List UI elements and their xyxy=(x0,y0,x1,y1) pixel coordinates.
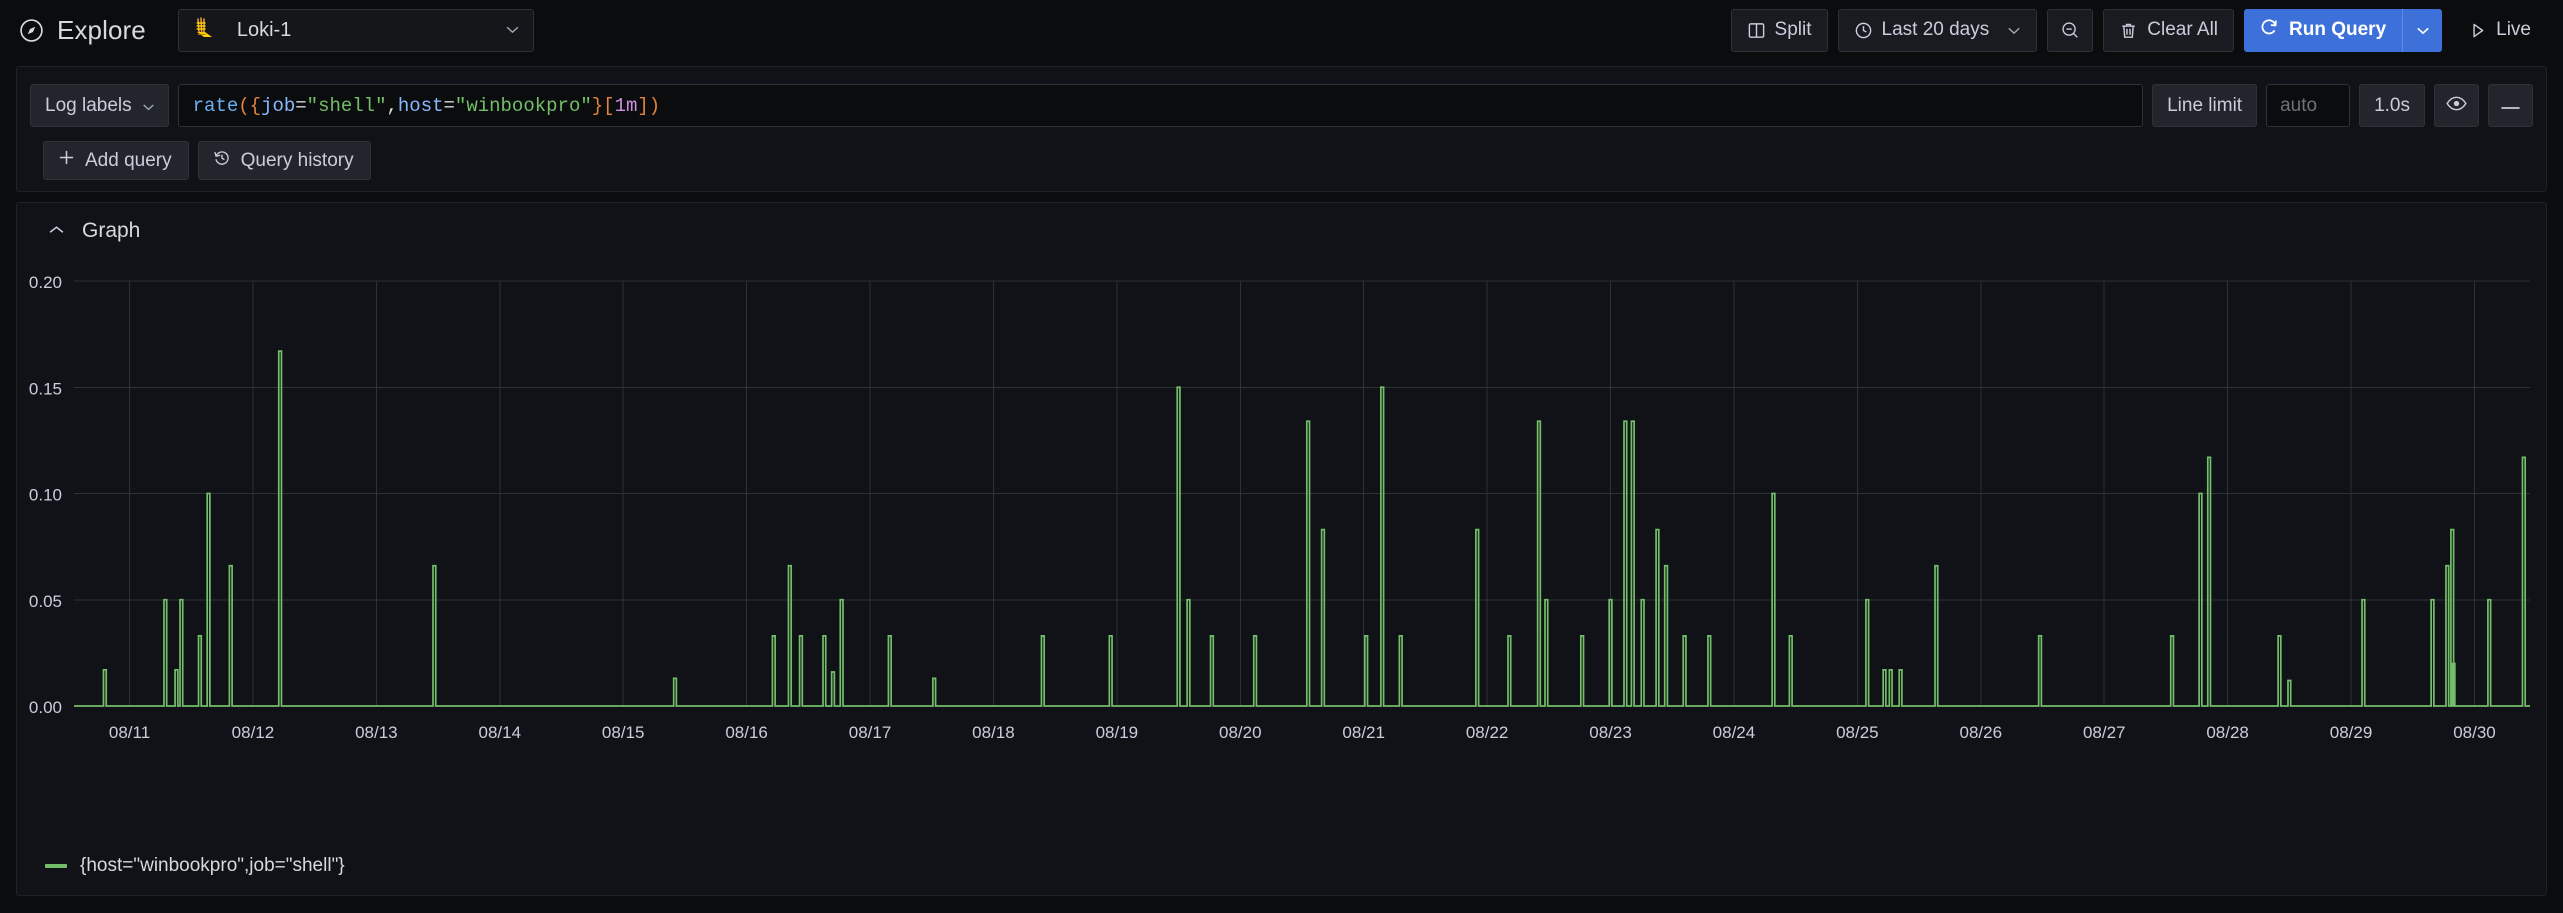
line-limit-label-text: Line limit xyxy=(2167,95,2242,117)
svg-text:08/18: 08/18 xyxy=(972,723,1015,742)
svg-text:08/28: 08/28 xyxy=(2206,723,2249,742)
svg-text:08/27: 08/27 xyxy=(2083,723,2126,742)
datasource-name: Loki-1 xyxy=(237,19,505,42)
step-interval-value: 1.0s xyxy=(2374,95,2410,117)
chevron-down-icon xyxy=(142,95,155,117)
zoom-out-button[interactable] xyxy=(2047,9,2093,52)
datasource-picker[interactable]: Loki-1 xyxy=(178,9,534,52)
svg-text:08/25: 08/25 xyxy=(1836,723,1879,742)
graph-panel-title: Graph xyxy=(82,219,140,243)
svg-text:08/17: 08/17 xyxy=(849,723,892,742)
svg-text:08/16: 08/16 xyxy=(725,723,768,742)
svg-text:0.00: 0.00 xyxy=(29,698,62,717)
svg-text:08/30: 08/30 xyxy=(2453,723,2496,742)
time-range-label: Last 20 days xyxy=(1882,19,1990,41)
svg-text:08/24: 08/24 xyxy=(1713,723,1756,742)
plus-icon xyxy=(58,149,75,172)
query-action-buttons: Add query Query history xyxy=(43,141,371,180)
explore-brand: Explore xyxy=(19,15,146,46)
svg-text:08/19: 08/19 xyxy=(1096,723,1139,742)
graph-legend: {host="winbookpro",job="shell"} xyxy=(17,855,345,877)
toggle-visibility-button[interactable] xyxy=(2434,84,2479,127)
run-query-label: Run Query xyxy=(2289,19,2386,41)
live-button-label: Live xyxy=(2496,19,2531,41)
history-icon xyxy=(213,149,231,173)
svg-text:08/20: 08/20 xyxy=(1219,723,1262,742)
query-editor-container: Log labels rate({job="shell",host="winbo… xyxy=(16,66,2547,192)
trash-icon xyxy=(2119,21,2138,40)
play-icon xyxy=(2468,21,2487,40)
chevron-up-icon xyxy=(48,222,65,240)
line-limit-label: Line limit xyxy=(2152,84,2257,127)
svg-text:0.10: 0.10 xyxy=(29,486,62,505)
query-history-label: Query history xyxy=(241,150,354,172)
chevron-down-icon xyxy=(2007,26,2021,35)
page-title: Explore xyxy=(57,15,146,46)
svg-text:08/13: 08/13 xyxy=(355,723,398,742)
timeseries-svg: 0.00 0.05 0.10 0.15 0.20 08/11 08/12 08/13 08/14… xyxy=(17,259,2548,839)
remove-query-button[interactable] xyxy=(2488,84,2533,127)
svg-text:08/12: 08/12 xyxy=(232,723,275,742)
top-navigation-bar: Explore Loki-1 xyxy=(0,0,2563,60)
chevron-down-icon xyxy=(2416,23,2430,38)
query-history-button[interactable]: Query history xyxy=(198,141,371,180)
run-query-options-button[interactable] xyxy=(2402,9,2442,52)
query-row: Log labels rate({job="shell",host="winbo… xyxy=(30,84,2533,127)
log-labels-label: Log labels xyxy=(45,95,132,117)
svg-text:08/26: 08/26 xyxy=(1960,723,2003,742)
svg-text:0.20: 0.20 xyxy=(29,273,62,292)
svg-text:08/15: 08/15 xyxy=(602,723,645,742)
add-query-button[interactable]: Add query xyxy=(43,141,189,180)
legend-color-swatch xyxy=(45,864,67,868)
svg-text:0.15: 0.15 xyxy=(29,379,62,398)
graph-panel-header[interactable]: Graph xyxy=(17,203,140,259)
clock-icon xyxy=(1854,21,1873,40)
line-limit-value: auto xyxy=(2280,95,2317,117)
compass-icon xyxy=(19,18,44,43)
graph-plot-area[interactable]: 0.00 0.05 0.10 0.15 0.20 08/11 08/12 08/13 08/14… xyxy=(17,259,2548,839)
refresh-icon xyxy=(2259,17,2279,43)
eye-icon xyxy=(2446,96,2467,116)
live-tailing-button[interactable]: Live xyxy=(2452,9,2547,52)
step-interval-display: 1.0s xyxy=(2359,84,2425,127)
time-range-picker[interactable]: Last 20 days xyxy=(1838,9,2038,52)
svg-text:08/29: 08/29 xyxy=(2330,723,2373,742)
split-button-label: Split xyxy=(1775,19,1812,41)
minus-icon xyxy=(2500,97,2521,115)
svg-text:08/14: 08/14 xyxy=(479,723,522,742)
svg-text:08/21: 08/21 xyxy=(1342,723,1385,742)
run-query-button[interactable]: Run Query xyxy=(2244,9,2402,52)
chevron-down-icon xyxy=(505,21,520,39)
clear-all-label: Clear All xyxy=(2147,19,2218,41)
legend-series-label[interactable]: {host="winbookpro",job="shell"} xyxy=(80,855,345,877)
query-expression-input[interactable]: rate({job="shell",host="winbookpro"}[1m]… xyxy=(178,84,2143,127)
explore-toolbar: Split Last 20 days xyxy=(1731,8,2547,52)
svg-text:08/11: 08/11 xyxy=(109,723,150,742)
log-labels-button[interactable]: Log labels xyxy=(30,84,169,127)
svg-text:08/22: 08/22 xyxy=(1466,723,1509,742)
add-query-label: Add query xyxy=(85,150,172,172)
split-button[interactable]: Split xyxy=(1731,9,1828,52)
svg-text:0.05: 0.05 xyxy=(29,592,62,611)
run-query-group: Run Query xyxy=(2244,9,2442,52)
zoom-out-icon xyxy=(2060,20,2080,40)
loki-logo-icon xyxy=(194,16,216,45)
line-limit-input[interactable]: auto xyxy=(2266,84,2350,127)
svg-text:08/23: 08/23 xyxy=(1589,723,1632,742)
clear-all-button[interactable]: Clear All xyxy=(2103,9,2234,52)
graph-panel: Graph 0.00 0.05 0.10 0.15 0.20 08/11 08/12 08/1… xyxy=(16,202,2547,896)
query-expression-text: rate({job="shell",host="winbookpro"}[1m]… xyxy=(193,95,661,117)
split-panes-icon xyxy=(1747,21,1766,40)
